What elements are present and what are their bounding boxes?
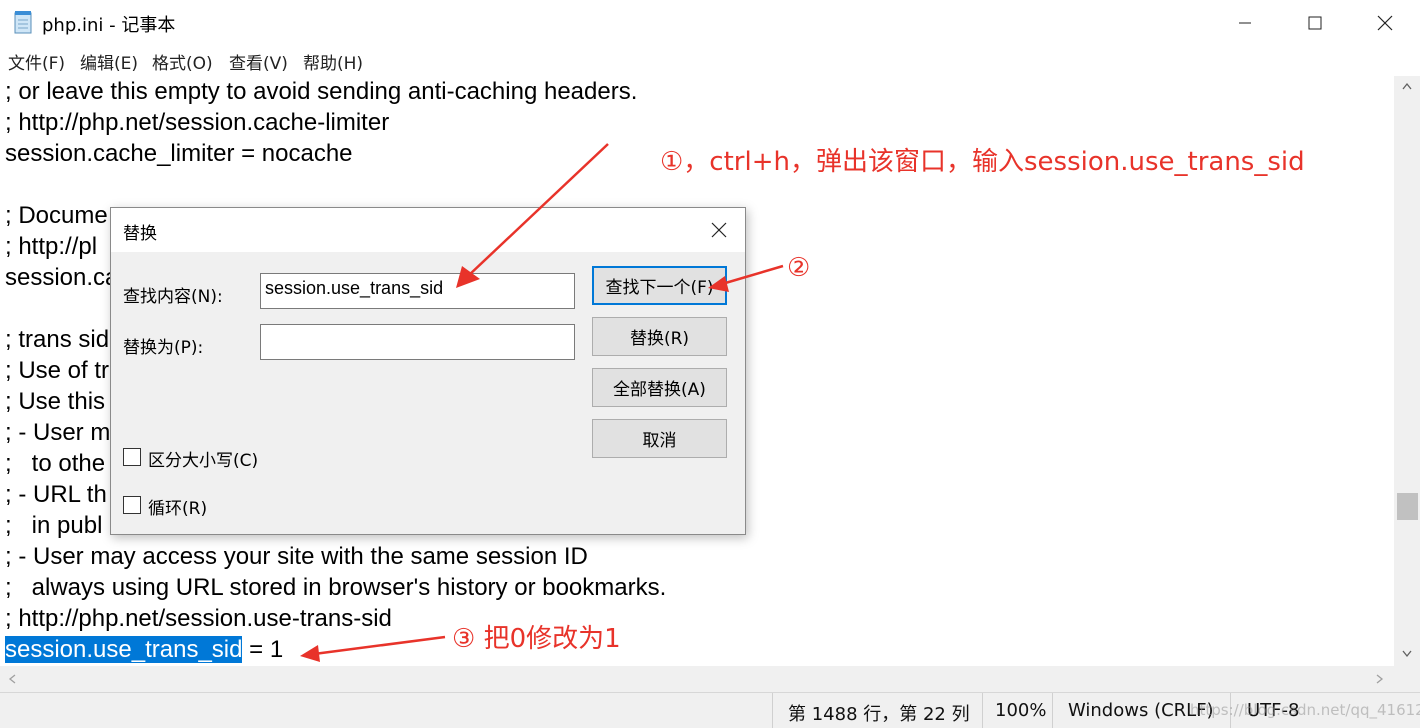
annotation-step2: ② xyxy=(787,253,811,283)
scroll-left-icon[interactable] xyxy=(8,674,16,684)
title-bar: php.ini - 记事本 xyxy=(0,0,1420,45)
wrap-label: 循环(R) xyxy=(148,499,208,519)
match-case-checkbox[interactable] xyxy=(123,448,141,466)
annotation-step1: ①，ctrl+h，弹出该窗口，输入session.use_trans_sid xyxy=(660,147,1305,177)
editor-line-current: session.use_trans_sid = 1 xyxy=(5,634,283,665)
editor-line: ; Use this xyxy=(5,388,106,415)
menu-file[interactable]: 文件(F) xyxy=(8,49,65,74)
scroll-down-icon[interactable] xyxy=(1402,650,1412,658)
find-next-button[interactable]: 查找下一个(F) xyxy=(592,266,727,305)
notepad-icon xyxy=(14,11,32,34)
menu-edit[interactable]: 编辑(E) xyxy=(80,49,138,74)
match-case-label: 区分大小写(C) xyxy=(148,451,259,471)
replace-input[interactable] xyxy=(260,324,575,360)
editor-line: session.ca xyxy=(5,264,119,291)
status-divider xyxy=(1052,693,1053,728)
selected-text: session.use_trans_sid xyxy=(5,636,243,663)
editor-line: ; - URL th xyxy=(5,481,107,508)
editor-line: ; Use of tr xyxy=(5,357,110,384)
scrollbar-corner xyxy=(1394,666,1420,692)
menu-format[interactable]: 格式(O) xyxy=(152,49,213,74)
menu-help[interactable]: 帮助(H) xyxy=(303,49,363,74)
minimize-button[interactable] xyxy=(1215,0,1275,45)
editor-line: ; - User m xyxy=(5,419,111,446)
close-icon xyxy=(711,222,727,238)
minimize-icon xyxy=(1239,22,1251,23)
menu-view[interactable]: 查看(V) xyxy=(229,49,288,74)
editor-line: ; always using URL stored in browser's h… xyxy=(5,574,667,601)
dialog-close-button[interactable] xyxy=(707,218,731,242)
maximize-icon xyxy=(1308,16,1322,29)
find-input[interactable]: session.use_trans_sid xyxy=(260,273,575,309)
vertical-scroll-thumb[interactable] xyxy=(1397,493,1418,520)
replace-dialog: 替换 查找内容(N): session.use_trans_sid 替换为(P)… xyxy=(110,207,746,535)
menu-bar: 文件(F) 编辑(E) 格式(O) 查看(V) 帮助(H) xyxy=(0,45,1420,75)
cancel-button[interactable]: 取消 xyxy=(592,419,727,458)
editor-line: ; to othe xyxy=(5,450,106,477)
editor-line: ; http://php.net/session.cache-limiter xyxy=(5,109,390,136)
watermark-text: https://blog.csdn.net/qq_41612593 xyxy=(1190,701,1420,719)
replace-button[interactable]: 替换(R) xyxy=(592,317,727,356)
vertical-scrollbar[interactable] xyxy=(1394,76,1420,666)
status-bar: 第 1488 行，第 22 列 100% Windows (CRLF) UTF-… xyxy=(0,692,1420,728)
editor-line: session.cache_limiter = nocache xyxy=(5,140,353,167)
scroll-right-icon[interactable] xyxy=(1376,674,1384,684)
replace-label: 替换为(P): xyxy=(123,338,204,358)
editor-line: ; - User may access your site with the s… xyxy=(5,543,588,570)
horizontal-scrollbar[interactable] xyxy=(0,666,1394,692)
dialog-title-bar: 替换 xyxy=(111,208,745,252)
maximize-button[interactable] xyxy=(1285,0,1345,45)
wrap-checkbox[interactable] xyxy=(123,496,141,514)
find-label: 查找内容(N): xyxy=(123,287,223,307)
editor-line: ; http://php.net/session.use-trans-sid xyxy=(5,605,392,632)
zoom-level: 100% xyxy=(995,700,1047,721)
cursor-position: 第 1488 行，第 22 列 xyxy=(788,704,970,725)
editor-line: ; in publ xyxy=(5,512,103,539)
scroll-up-icon[interactable] xyxy=(1402,82,1412,90)
status-divider xyxy=(772,693,773,728)
editor-line: ; http://pl xyxy=(5,233,98,260)
dialog-title: 替换 xyxy=(123,224,157,244)
editor-line: ; Docume xyxy=(5,202,108,229)
close-button[interactable] xyxy=(1355,0,1415,45)
status-divider xyxy=(982,693,983,728)
editor-line: ; or leave this empty to avoid sending a… xyxy=(5,78,638,105)
replace-all-button[interactable]: 全部替换(A) xyxy=(592,368,727,407)
line-rest-text: = 1 xyxy=(242,636,284,663)
annotation-step3: ③ 把0修改为1 xyxy=(452,624,621,654)
close-icon xyxy=(1377,15,1393,30)
editor-line: ; trans sid xyxy=(5,326,110,353)
window-title: php.ini - 记事本 xyxy=(42,15,176,36)
